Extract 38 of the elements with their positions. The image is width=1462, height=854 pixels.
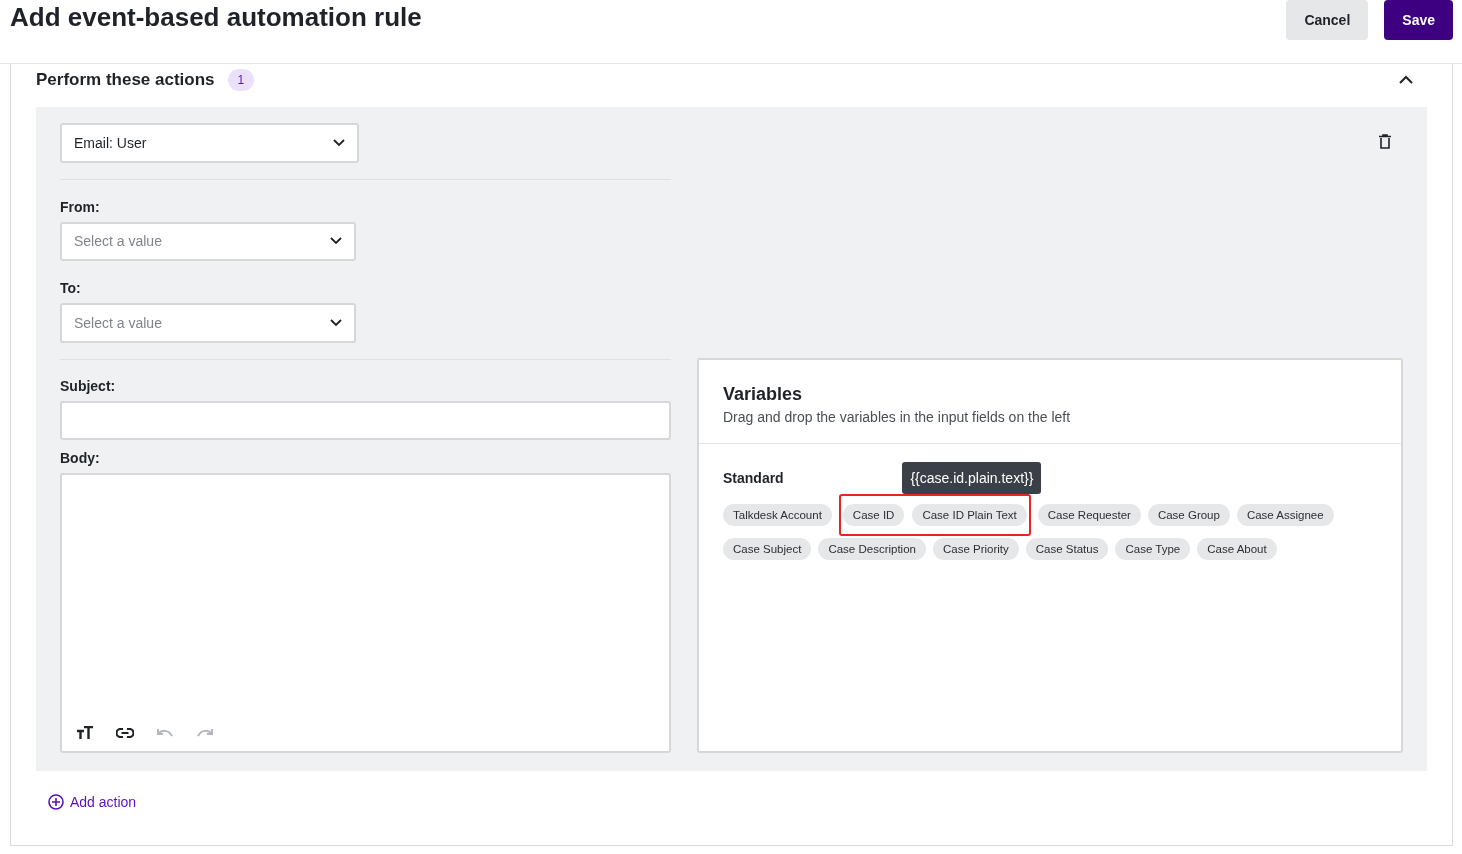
field-label: To:: [60, 280, 82, 297]
chevron-down-icon: [333, 138, 345, 147]
section-title: Perform these actions: [36, 69, 215, 90]
variable-chip[interactable]: Case ID Plain Text: [912, 504, 1027, 526]
link-icon[interactable]: [116, 728, 134, 738]
variable-chip[interactable]: Case Status: [1025, 538, 1109, 560]
group-title: Standard: [723, 470, 784, 486]
variable-chip[interactable]: Case Subject: [723, 538, 812, 560]
count-badge: 1: [227, 68, 255, 91]
save-button[interactable]: Save: [1384, 0, 1453, 40]
variable-chip[interactable]: Talkdesk Account: [723, 504, 832, 526]
field-label: Body:: [60, 450, 101, 467]
add-action-link[interactable]: Add action: [48, 794, 137, 810]
panel-title: Variables: [723, 384, 804, 405]
page-title: Add event-based automation rule: [10, 2, 422, 33]
variable-chip[interactable]: Case Type: [1115, 538, 1191, 560]
trash-icon[interactable]: [1379, 134, 1391, 149]
variable-chip[interactable]: Case Priority: [933, 538, 1019, 560]
chevron-down-icon: [330, 318, 342, 327]
variable-chip[interactable]: Case About: [1197, 538, 1277, 560]
field-label: From:: [60, 198, 101, 215]
subject-field[interactable]: [60, 400, 671, 441]
variable-chip[interactable]: Case Requester: [1037, 504, 1141, 526]
variable-chip[interactable]: Case Description: [818, 538, 926, 560]
panel-subtitle: Drag and drop the variables in the input fields on the left: [723, 409, 1072, 425]
chevron-down-icon: [330, 237, 342, 246]
variable-chip[interactable]: Case Group: [1147, 504, 1230, 526]
variable-chip[interactable]: Case Assignee: [1236, 504, 1334, 526]
tooltip: {{case.id.plain.text}}: [902, 462, 1042, 494]
value-select[interactable]: Select a value: [60, 221, 356, 262]
field-label: Subject:: [60, 377, 117, 394]
cancel-button[interactable]: Cancel: [1286, 0, 1369, 40]
value-select[interactable]: Select a value: [60, 303, 356, 343]
collapse-icon[interactable]: [1399, 75, 1413, 84]
action-type-select[interactable]: Email: User: [60, 123, 359, 163]
plus-circle-icon: [48, 794, 64, 810]
variable-chip[interactable]: Case ID: [842, 504, 905, 526]
text-size-icon[interactable]: [76, 726, 94, 740]
